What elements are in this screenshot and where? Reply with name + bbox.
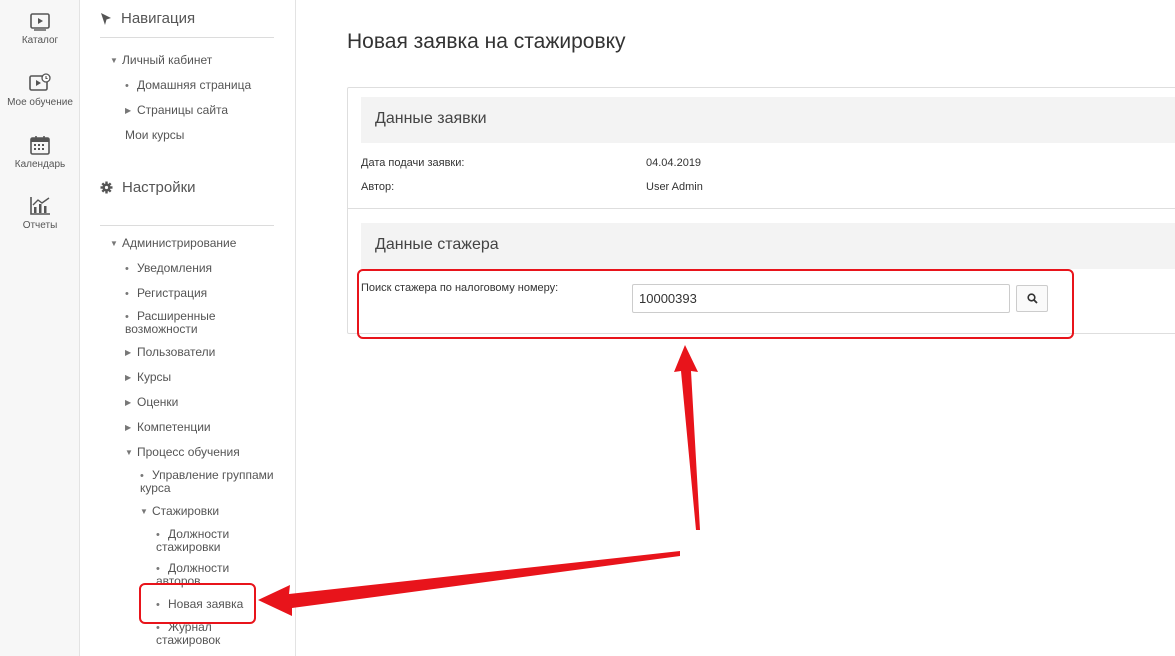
nav-site-pages[interactable]: ▶ Страницы сайта: [125, 104, 228, 117]
rail-item-catalog[interactable]: Каталог: [0, 13, 80, 46]
cursor-arrow-icon: [101, 12, 111, 25]
my-learning-icon: [29, 73, 51, 91]
search-field-highlight: [357, 269, 1074, 339]
caret-right-icon: ▶: [125, 373, 132, 382]
arrow-up-to-search-field: [674, 345, 700, 530]
nav-internship-log[interactable]: • Журнал стажировок: [156, 621, 246, 646]
bullet-icon: •: [125, 263, 129, 275]
caret-down-icon: ▼: [110, 239, 118, 248]
submit-date-value: 04.04.2019: [646, 157, 702, 169]
nav-learning-process[interactable]: ▼ Процесс обучения: [125, 446, 240, 459]
nav-internship-positions[interactable]: • Должности стажировки: [156, 528, 246, 553]
app-window: Каталог Мое обучение Календарь Отчеты На…: [0, 0, 1175, 656]
nav-users[interactable]: ▶ Пользователи: [125, 346, 215, 359]
rail-label-catalog: Каталог: [21, 35, 59, 46]
nav-administration[interactable]: ▼ Администрирование: [110, 237, 236, 250]
divider: [100, 37, 274, 38]
submit-date-label: Дата подачи заявки:: [361, 157, 465, 169]
nav-competencies[interactable]: ▶ Компетенции: [125, 421, 211, 434]
rail-label-my-learning: Мое обучение: [7, 97, 73, 108]
icon-rail: Каталог Мое обучение Календарь Отчеты: [0, 0, 80, 656]
nav-internships[interactable]: ▼ Стажировки: [140, 505, 219, 518]
new-request-highlight: [139, 583, 256, 624]
arrow-left-to-new-request: [258, 551, 680, 616]
nav-advanced-features[interactable]: • Расширенные возможности: [125, 310, 235, 335]
navigation-panel: Навигация ▼ Личный кабинет • Домашняя стра…: [80, 0, 296, 656]
reports-icon: [30, 197, 50, 215]
navigation-title: Навигация: [121, 10, 196, 27]
caret-down-icon: ▼: [140, 507, 148, 516]
rail-label-reports: Отчеты: [22, 220, 58, 231]
rail-item-my-learning[interactable]: Мое обучение: [0, 73, 80, 108]
nav-my-courses[interactable]: Мои курсы: [125, 129, 184, 141]
caret-down-icon: ▼: [125, 448, 133, 457]
page-title: Новая заявка на стажировку: [347, 30, 626, 53]
caret-right-icon: ▶: [125, 423, 132, 432]
rail-item-calendar[interactable]: Календарь: [0, 135, 80, 170]
catalog-icon: [30, 13, 50, 31]
nav-notifications[interactable]: • Уведомления: [125, 262, 212, 275]
settings-title: Настройки: [122, 179, 196, 196]
calendar-icon: [30, 136, 50, 155]
request-data-section-header: Данные заявки: [361, 97, 1175, 143]
trainee-data-section-header: Данные стажера: [361, 223, 1175, 269]
rail-item-reports[interactable]: Отчеты: [0, 196, 80, 231]
gear-icon: [100, 181, 113, 194]
caret-right-icon: ▶: [125, 398, 132, 407]
nav-courses[interactable]: ▶ Курсы: [125, 371, 171, 384]
settings-block-header: Настройки: [100, 179, 196, 196]
nav-home-page[interactable]: • Домашняя страница: [125, 79, 251, 92]
nav-dashboard[interactable]: ▼ Личный кабинет: [110, 54, 212, 67]
author-label: Автор:: [361, 181, 395, 193]
caret-right-icon: ▶: [125, 348, 132, 357]
divider: [100, 225, 274, 226]
rail-label-calendar: Календарь: [14, 159, 66, 170]
navigation-block-header: Навигация: [100, 10, 195, 27]
bullet-icon: •: [125, 288, 129, 300]
nav-registration[interactable]: • Регистрация: [125, 287, 207, 300]
bullet-icon: •: [125, 80, 129, 92]
caret-down-icon: ▼: [110, 56, 118, 65]
caret-right-icon: ▶: [125, 106, 132, 115]
nav-course-groups[interactable]: • Управление группами курса: [140, 469, 280, 494]
section-divider: [348, 208, 1175, 209]
nav-grades[interactable]: ▶ Оценки: [125, 396, 178, 409]
author-value: User Admin: [646, 181, 703, 193]
